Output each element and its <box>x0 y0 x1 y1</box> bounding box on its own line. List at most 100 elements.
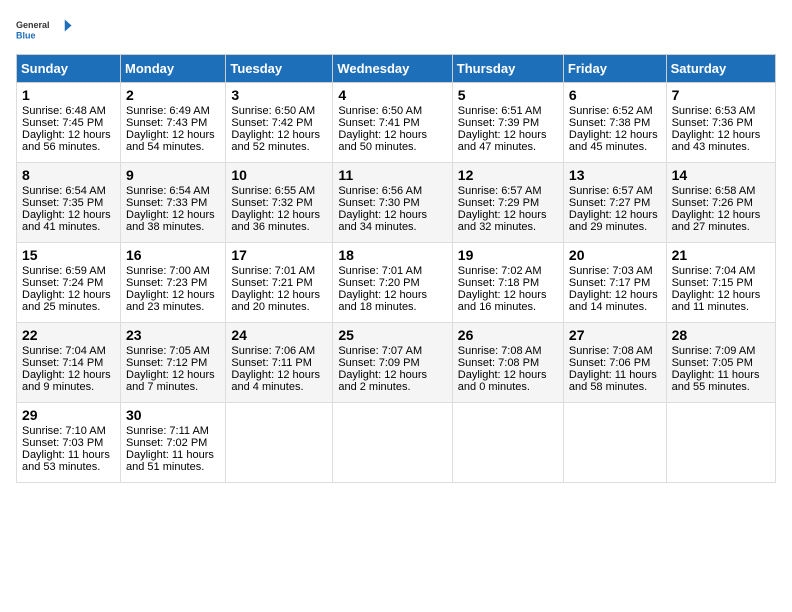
day-number: 1 <box>22 87 115 103</box>
sunrise-time: Sunrise: 6:57 AM <box>569 185 653 197</box>
daylight-hours: Daylight: 12 hours and 50 minutes. <box>338 129 427 153</box>
sunrise-time: Sunrise: 7:02 AM <box>458 265 542 277</box>
calendar-header-row: SundayMondayTuesdayWednesdayThursdayFrid… <box>17 55 776 83</box>
calendar-table: SundayMondayTuesdayWednesdayThursdayFrid… <box>16 54 776 483</box>
day-number: 4 <box>338 87 446 103</box>
daylight-hours: Daylight: 12 hours and 4 minutes. <box>231 369 320 393</box>
day-number: 10 <box>231 167 327 183</box>
daylight-hours: Daylight: 12 hours and 9 minutes. <box>22 369 111 393</box>
weekday-header: Thursday <box>452 55 563 83</box>
sunset-time: Sunset: 7:15 PM <box>672 277 753 289</box>
sunset-time: Sunset: 7:38 PM <box>569 117 650 129</box>
sunset-time: Sunset: 7:41 PM <box>338 117 419 129</box>
day-number: 23 <box>126 327 220 343</box>
daylight-hours: Daylight: 12 hours and 32 minutes. <box>458 209 547 233</box>
calendar-cell: 20 Sunrise: 7:03 AM Sunset: 7:17 PM Dayl… <box>563 243 666 323</box>
calendar-week-row: 8 Sunrise: 6:54 AM Sunset: 7:35 PM Dayli… <box>17 163 776 243</box>
calendar-cell: 21 Sunrise: 7:04 AM Sunset: 7:15 PM Dayl… <box>666 243 775 323</box>
daylight-hours: Daylight: 12 hours and 0 minutes. <box>458 369 547 393</box>
svg-text:Blue: Blue <box>16 30 36 40</box>
daylight-hours: Daylight: 12 hours and 23 minutes. <box>126 289 215 313</box>
sunrise-time: Sunrise: 6:52 AM <box>569 105 653 117</box>
day-number: 27 <box>569 327 661 343</box>
sunset-time: Sunset: 7:27 PM <box>569 197 650 209</box>
daylight-hours: Daylight: 12 hours and 38 minutes. <box>126 209 215 233</box>
sunset-time: Sunset: 7:36 PM <box>672 117 753 129</box>
daylight-hours: Daylight: 11 hours and 58 minutes. <box>569 369 657 393</box>
calendar-cell: 29 Sunrise: 7:10 AM Sunset: 7:03 PM Dayl… <box>17 403 121 483</box>
daylight-hours: Daylight: 12 hours and 34 minutes. <box>338 209 427 233</box>
day-number: 18 <box>338 247 446 263</box>
sunrise-time: Sunrise: 7:06 AM <box>231 345 315 357</box>
sunrise-time: Sunrise: 6:58 AM <box>672 185 756 197</box>
calendar-cell: 10 Sunrise: 6:55 AM Sunset: 7:32 PM Dayl… <box>226 163 333 243</box>
sunrise-time: Sunrise: 6:50 AM <box>338 105 422 117</box>
sunrise-time: Sunrise: 7:11 AM <box>126 425 209 437</box>
sunrise-time: Sunrise: 7:01 AM <box>338 265 422 277</box>
daylight-hours: Daylight: 12 hours and 47 minutes. <box>458 129 547 153</box>
day-number: 28 <box>672 327 770 343</box>
sunrise-time: Sunrise: 7:03 AM <box>569 265 653 277</box>
calendar-cell: 7 Sunrise: 6:53 AM Sunset: 7:36 PM Dayli… <box>666 83 775 163</box>
calendar-cell: 5 Sunrise: 6:51 AM Sunset: 7:39 PM Dayli… <box>452 83 563 163</box>
calendar-cell: 30 Sunrise: 7:11 AM Sunset: 7:02 PM Dayl… <box>121 403 226 483</box>
sunset-time: Sunset: 7:35 PM <box>22 197 103 209</box>
daylight-hours: Daylight: 12 hours and 36 minutes. <box>231 209 320 233</box>
calendar-cell: 4 Sunrise: 6:50 AM Sunset: 7:41 PM Dayli… <box>333 83 452 163</box>
calendar-week-row: 22 Sunrise: 7:04 AM Sunset: 7:14 PM Dayl… <box>17 323 776 403</box>
day-number: 19 <box>458 247 558 263</box>
daylight-hours: Daylight: 11 hours and 55 minutes. <box>672 369 760 393</box>
sunrise-time: Sunrise: 7:01 AM <box>231 265 315 277</box>
day-number: 2 <box>126 87 220 103</box>
sunset-time: Sunset: 7:11 PM <box>231 357 312 369</box>
calendar-cell: 6 Sunrise: 6:52 AM Sunset: 7:38 PM Dayli… <box>563 83 666 163</box>
calendar-cell <box>563 403 666 483</box>
day-number: 20 <box>569 247 661 263</box>
sunset-time: Sunset: 7:12 PM <box>126 357 207 369</box>
calendar-week-row: 29 Sunrise: 7:10 AM Sunset: 7:03 PM Dayl… <box>17 403 776 483</box>
day-number: 26 <box>458 327 558 343</box>
sunrise-time: Sunrise: 6:53 AM <box>672 105 756 117</box>
calendar-cell <box>226 403 333 483</box>
day-number: 17 <box>231 247 327 263</box>
calendar-cell: 18 Sunrise: 7:01 AM Sunset: 7:20 PM Dayl… <box>333 243 452 323</box>
sunrise-time: Sunrise: 7:04 AM <box>22 345 106 357</box>
calendar-cell: 2 Sunrise: 6:49 AM Sunset: 7:43 PM Dayli… <box>121 83 226 163</box>
sunset-time: Sunset: 7:05 PM <box>672 357 753 369</box>
daylight-hours: Daylight: 12 hours and 29 minutes. <box>569 209 658 233</box>
calendar-cell: 22 Sunrise: 7:04 AM Sunset: 7:14 PM Dayl… <box>17 323 121 403</box>
weekday-header: Wednesday <box>333 55 452 83</box>
day-number: 7 <box>672 87 770 103</box>
sunrise-time: Sunrise: 7:04 AM <box>672 265 756 277</box>
sunset-time: Sunset: 7:33 PM <box>126 197 207 209</box>
day-number: 6 <box>569 87 661 103</box>
sunset-time: Sunset: 7:06 PM <box>569 357 650 369</box>
sunrise-time: Sunrise: 6:57 AM <box>458 185 542 197</box>
calendar-cell: 28 Sunrise: 7:09 AM Sunset: 7:05 PM Dayl… <box>666 323 775 403</box>
daylight-hours: Daylight: 12 hours and 2 minutes. <box>338 369 427 393</box>
sunset-time: Sunset: 7:30 PM <box>338 197 419 209</box>
sunset-time: Sunset: 7:14 PM <box>22 357 103 369</box>
sunrise-time: Sunrise: 7:07 AM <box>338 345 422 357</box>
calendar-cell <box>333 403 452 483</box>
sunset-time: Sunset: 7:45 PM <box>22 117 103 129</box>
weekday-header: Saturday <box>666 55 775 83</box>
daylight-hours: Daylight: 11 hours and 51 minutes. <box>126 449 214 473</box>
svg-text:General: General <box>16 20 50 30</box>
day-number: 12 <box>458 167 558 183</box>
day-number: 24 <box>231 327 327 343</box>
calendar-cell: 23 Sunrise: 7:05 AM Sunset: 7:12 PM Dayl… <box>121 323 226 403</box>
sunset-time: Sunset: 7:23 PM <box>126 277 207 289</box>
day-number: 15 <box>22 247 115 263</box>
calendar-week-row: 1 Sunrise: 6:48 AM Sunset: 7:45 PM Dayli… <box>17 83 776 163</box>
sunset-time: Sunset: 7:02 PM <box>126 437 207 449</box>
sunset-time: Sunset: 7:18 PM <box>458 277 539 289</box>
weekday-header: Monday <box>121 55 226 83</box>
day-number: 16 <box>126 247 220 263</box>
day-number: 9 <box>126 167 220 183</box>
sunset-time: Sunset: 7:21 PM <box>231 277 312 289</box>
sunrise-time: Sunrise: 6:49 AM <box>126 105 210 117</box>
calendar-cell: 11 Sunrise: 6:56 AM Sunset: 7:30 PM Dayl… <box>333 163 452 243</box>
sunrise-time: Sunrise: 7:05 AM <box>126 345 210 357</box>
sunrise-time: Sunrise: 7:08 AM <box>458 345 542 357</box>
